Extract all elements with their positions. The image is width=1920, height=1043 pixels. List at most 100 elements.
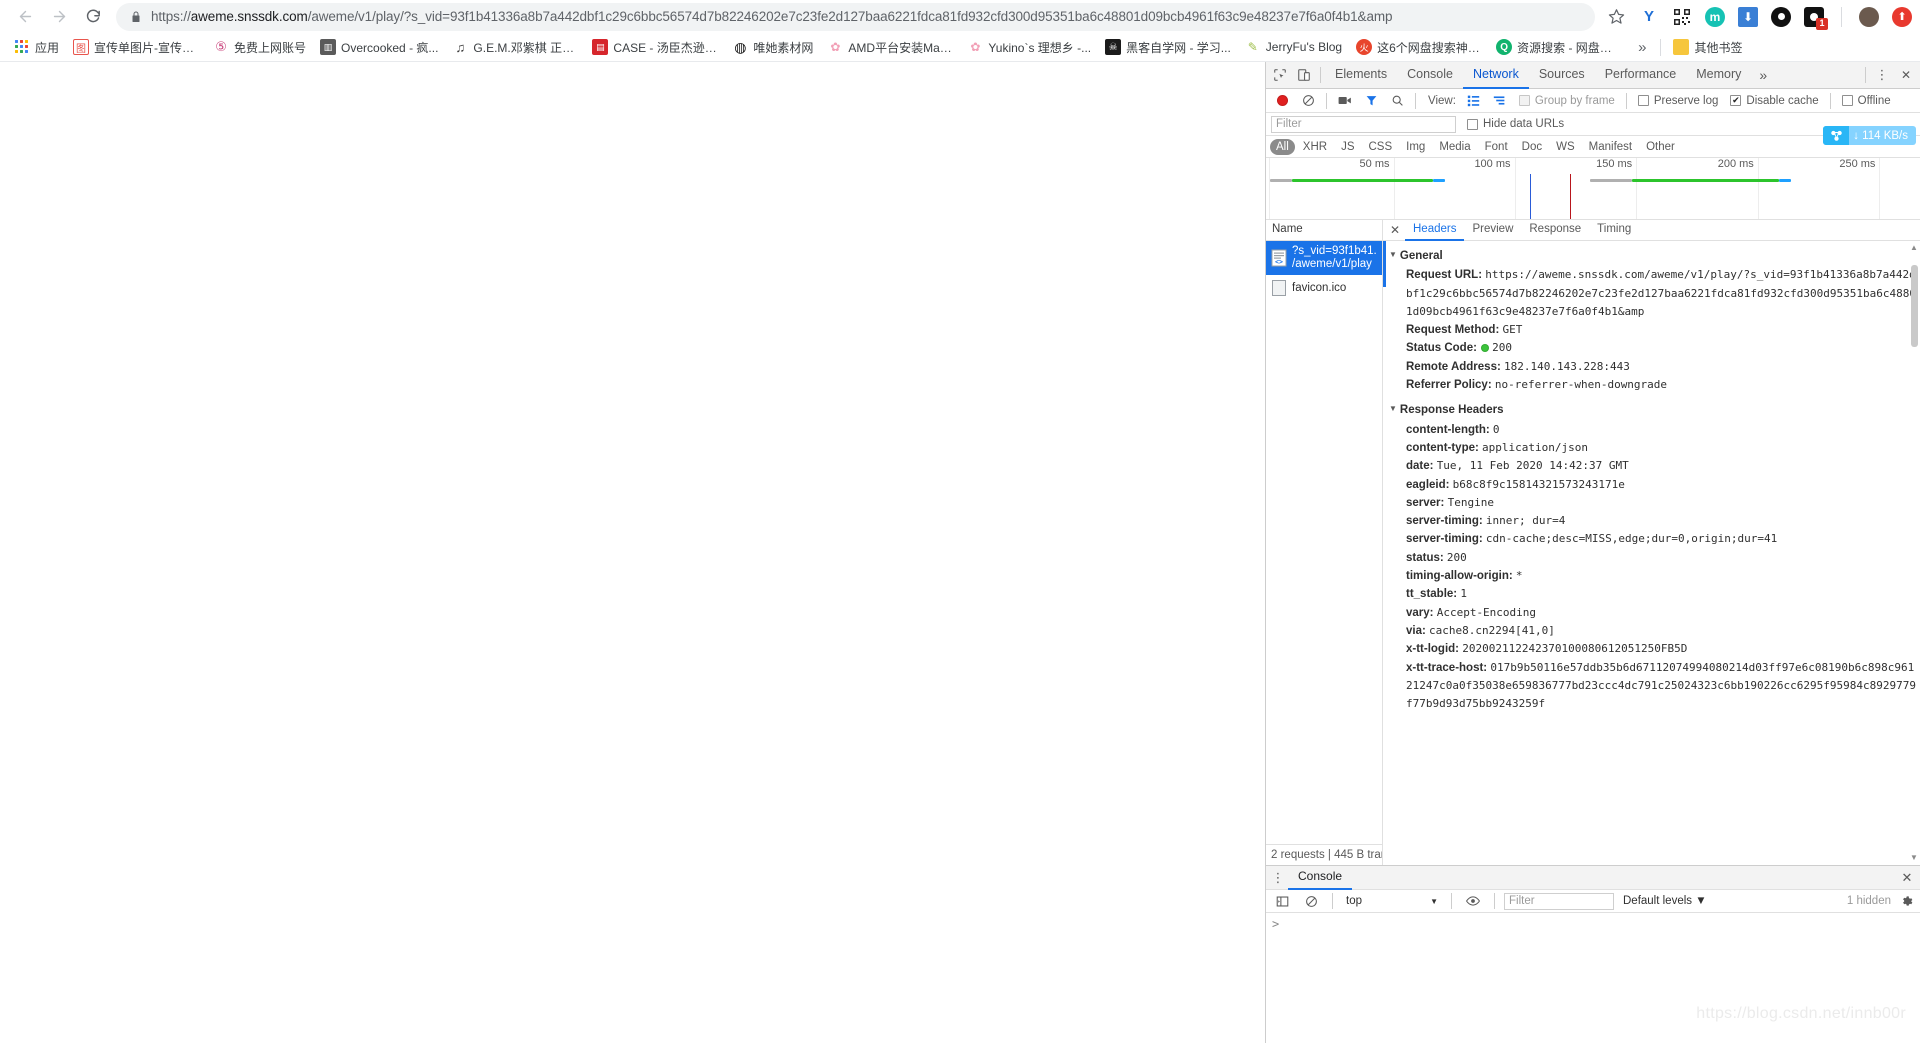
console-settings-icon[interactable] <box>1896 891 1916 911</box>
bookmark-item[interactable]: ⑤ 免费上网账号 <box>206 36 313 58</box>
preserve-log-checkbox[interactable]: Preserve log <box>1633 95 1724 107</box>
header-value: 200 <box>1492 341 1512 355</box>
close-detail-button[interactable]: ✕ <box>1385 220 1405 240</box>
header-row: eagleid: b68c8f9c15814321573243171e <box>1385 476 1920 494</box>
clear-console-icon[interactable] <box>1299 890 1323 912</box>
network-throughput-value: ↓ 114 KB/s <box>1853 129 1908 142</box>
bookmark-item[interactable]: ◍ 唯她素材网 <box>725 36 820 58</box>
bookmark-item[interactable]: Q 资源搜索 - 网盘搜索 <box>1489 36 1629 58</box>
bookmark-item[interactable]: 火这6个网盘搜索神器... <box>1349 36 1489 58</box>
reload-button[interactable] <box>76 2 110 32</box>
bookmark-item[interactable]: ✿ Yukino`s 理想乡 -... <box>960 36 1098 58</box>
more-tabs-button[interactable]: » <box>1751 67 1775 83</box>
console-levels-select[interactable]: Default levels ▼ <box>1619 895 1711 907</box>
bookmark-item[interactable]: ♫ G.E.M.邓紫棋 正在... <box>445 36 585 58</box>
filter-toggle-button[interactable] <box>1359 90 1383 112</box>
bookmark-apps[interactable]: 应用 <box>7 36 66 58</box>
detail-tab-headers[interactable]: Headers <box>1405 220 1465 241</box>
profile-avatar[interactable] <box>1859 6 1879 27</box>
list-view-icon[interactable] <box>1462 90 1486 112</box>
momentum-extension-icon[interactable]: m <box>1705 6 1725 27</box>
capture-screenshots-button[interactable] <box>1333 90 1357 112</box>
reload-icon <box>86 9 100 23</box>
arrow-left-icon <box>19 10 31 23</box>
general-section-title[interactable]: ▼ General <box>1385 246 1920 266</box>
overview-tick: 50 ms <box>1359 158 1390 170</box>
header-value: 0 <box>1492 422 1500 436</box>
bookmark-item[interactable]: ☠ 黑客自学网 - 学习... <box>1098 36 1238 58</box>
console-context-select[interactable]: top ▼ <box>1342 895 1442 907</box>
devtools-close-button[interactable]: ✕ <box>1894 64 1918 86</box>
type-filter-xhr[interactable]: XHR <box>1297 139 1333 155</box>
chrome-menu-button[interactable]: ⬆ <box>1892 6 1912 27</box>
forward-button[interactable] <box>42 2 76 32</box>
inspect-element-icon[interactable] <box>1268 64 1292 86</box>
type-filter-all[interactable]: All <box>1270 138 1295 155</box>
toggle-device-toolbar-icon[interactable] <box>1292 64 1316 86</box>
hide-data-urls-checkbox[interactable]: Hide data URLs <box>1462 118 1569 130</box>
type-filter-js[interactable]: JS <box>1335 139 1360 155</box>
header-value: cache8.cn2294[41,0] <box>1429 623 1555 637</box>
bookmark-star-button[interactable] <box>1603 8 1629 25</box>
response-headers-section-title[interactable]: ▼ Response Headers <box>1385 400 1920 420</box>
tab-elements[interactable]: Elements <box>1325 62 1397 89</box>
back-button[interactable] <box>8 2 42 32</box>
bookmark-item[interactable]: ✿ AMD平台安装Mac... <box>820 36 960 58</box>
type-filter-other[interactable]: Other <box>1640 139 1681 155</box>
type-filter-ws[interactable]: WS <box>1550 139 1581 155</box>
search-button[interactable] <box>1385 90 1409 112</box>
bookmark-item[interactable]: ▥ Overcooked - 疯... <box>313 36 445 58</box>
adblock-extension-icon[interactable] <box>1771 6 1791 27</box>
tab-memory[interactable]: Memory <box>1686 62 1751 89</box>
header-row: content-type: application/json <box>1385 439 1920 457</box>
type-filter-img[interactable]: Img <box>1400 139 1431 155</box>
tab-network[interactable]: Network <box>1462 62 1529 89</box>
waterfall-view-icon[interactable] <box>1488 90 1512 112</box>
type-filter-manifest[interactable]: Manifest <box>1583 139 1638 155</box>
type-filter-css[interactable]: CSS <box>1362 139 1398 155</box>
request-row-selected[interactable]: <> ?s_vid=93f1b41... /aweme/v1/play <box>1266 241 1382 275</box>
disable-cache-checkbox[interactable]: Disable cache <box>1725 95 1823 107</box>
type-filter-media[interactable]: Media <box>1433 139 1476 155</box>
live-expression-icon[interactable] <box>1461 890 1485 912</box>
console-filter-input[interactable] <box>1504 892 1614 910</box>
thunder-download-extension-icon[interactable]: ⬇ <box>1738 6 1758 27</box>
network-overview[interactable]: 50 ms 100 ms 150 ms 200 ms 250 ms <box>1266 158 1920 220</box>
general-section-label: General <box>1399 250 1443 262</box>
drawer-tab-console[interactable]: Console <box>1288 865 1353 890</box>
network-filter-input[interactable] <box>1271 115 1456 133</box>
request-row[interactable]: favicon.ico <box>1266 275 1382 301</box>
detail-scrollbar[interactable]: ▲ ▼ <box>1909 243 1919 863</box>
type-filter-doc[interactable]: Doc <box>1516 139 1548 155</box>
notification-extension-icon[interactable]: 1 <box>1804 6 1828 30</box>
group-by-frame-checkbox[interactable]: Group by frame <box>1514 95 1620 107</box>
devtools-settings-button[interactable]: ⋮ <box>1870 64 1894 86</box>
scroll-up-arrow-icon[interactable]: ▲ <box>1909 243 1919 253</box>
scroll-down-arrow-icon[interactable]: ▼ <box>1909 853 1919 863</box>
bookmark-item[interactable]: ✎ JerryFu's Blog <box>1238 36 1349 58</box>
scrollbar-thumb[interactable] <box>1910 265 1918 347</box>
detail-tab-response[interactable]: Response <box>1521 220 1589 241</box>
tab-performance[interactable]: Performance <box>1595 62 1687 89</box>
tab-console[interactable]: Console <box>1397 62 1463 89</box>
bookmarks-overflow-button[interactable]: » <box>1629 39 1655 56</box>
record-button[interactable] <box>1270 90 1294 112</box>
bookmark-other-bookmarks[interactable]: 其他书签 <box>1666 36 1749 58</box>
offline-checkbox[interactable]: Offline <box>1837 95 1896 107</box>
address-bar[interactable]: https://aweme.snssdk.com/aweme/v1/play/?… <box>116 2 1595 31</box>
type-filter-font[interactable]: Font <box>1479 139 1514 155</box>
drawer-menu-button[interactable]: ⋮ <box>1268 868 1288 888</box>
header-row: status: 200 <box>1385 549 1920 567</box>
show-console-sidebar-icon[interactable] <box>1270 890 1294 912</box>
tab-sources[interactable]: Sources <box>1529 62 1595 89</box>
qrcode-extension-icon[interactable] <box>1672 6 1692 27</box>
detail-tab-preview[interactable]: Preview <box>1464 220 1521 241</box>
console-output[interactable]: > <box>1266 913 1920 1043</box>
drawer-close-button[interactable]: ✕ <box>1894 867 1920 889</box>
bookmark-item[interactable]: 图宣传单图片-宣传单... <box>66 36 206 58</box>
bookmark-item[interactable]: ▤ CASE - 汤臣杰逊品... <box>585 36 725 58</box>
detail-tab-timing[interactable]: Timing <box>1589 220 1639 241</box>
yandex-extension-icon[interactable]: Y <box>1639 7 1659 27</box>
filter-icon <box>1366 96 1376 106</box>
clear-button[interactable] <box>1296 90 1320 112</box>
